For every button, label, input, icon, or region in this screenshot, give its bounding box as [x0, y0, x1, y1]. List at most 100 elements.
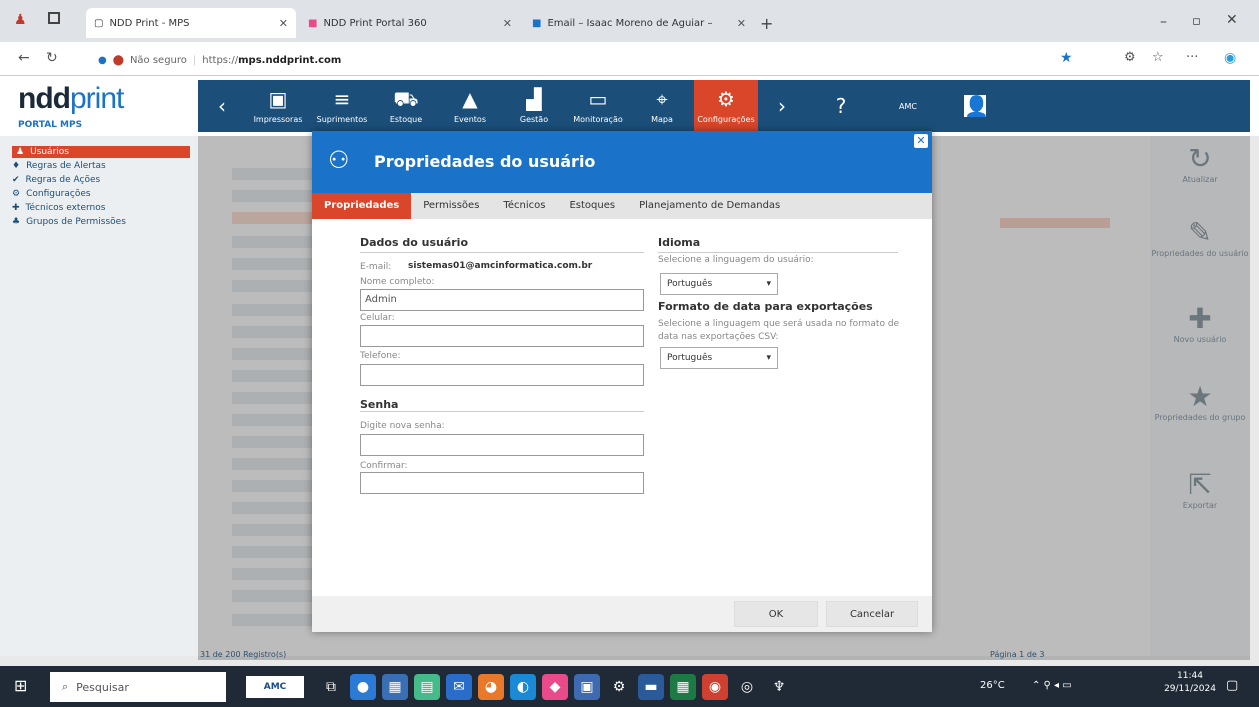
outlook-icon: ■ — [532, 17, 542, 29]
dialog-close-icon[interactable]: ✕ — [914, 134, 928, 148]
confirm-field[interactable] — [360, 472, 644, 494]
app-icon[interactable]: ◎ — [734, 674, 760, 700]
phone-field[interactable] — [360, 364, 644, 386]
copilot-icon[interactable]: ◉ — [1224, 50, 1236, 66]
sidebar-item-configuracoes[interactable]: ⚙ Configurações — [12, 188, 198, 200]
nav-mapa[interactable]: ⌖ Mapa — [630, 80, 694, 132]
page-icon: ▢ — [94, 17, 104, 29]
amc-app[interactable]: AMC — [246, 676, 304, 698]
clock-date[interactable]: 29/11/2024 — [1164, 684, 1216, 694]
back-icon[interactable]: ← — [18, 50, 30, 66]
nav-suprimentos[interactable]: ≡ Suprimentos — [310, 80, 374, 132]
tab-tecnicos[interactable]: Técnicos — [491, 193, 557, 219]
nav-next-icon[interactable]: › — [758, 80, 806, 132]
portal-label: PORTAL MPS — [18, 120, 83, 130]
user-avatar-icon[interactable]: 👤 — [940, 80, 1010, 132]
app-icon[interactable]: ▤ — [414, 674, 440, 700]
app-icon[interactable]: ♆ — [766, 674, 792, 700]
app-icon[interactable]: ◆ — [542, 674, 568, 700]
dateformat-select[interactable]: Português ▾ — [660, 347, 778, 369]
nav-impressoras[interactable]: ▣ Impressoras — [246, 80, 310, 132]
search-icon: ⌕ — [62, 680, 69, 693]
favorites-icon[interactable]: ☆ — [1152, 50, 1164, 65]
more-icon[interactable]: ··· — [1186, 50, 1198, 65]
minimize-icon[interactable]: – — [1160, 14, 1167, 30]
fullname-field[interactable]: Admin — [360, 289, 644, 311]
restore-icon[interactable]: ▫ — [1192, 14, 1201, 29]
nav-prev-icon[interactable]: ‹ — [198, 80, 246, 132]
app-icon[interactable]: ▬ — [638, 674, 664, 700]
sidebar-item-usuarios[interactable]: ♟ Usuários — [12, 146, 190, 158]
nav-eventos[interactable]: ▲ Eventos — [438, 80, 502, 132]
cell-label: Celular: — [360, 313, 395, 323]
tab-permissoes[interactable]: Permissões — [411, 193, 491, 219]
chevron-down-icon: ▾ — [766, 279, 771, 289]
cell-field[interactable] — [360, 325, 644, 347]
tab-propriedades[interactable]: Propriedades — [312, 193, 412, 219]
task-view-icon[interactable]: ⧉ — [318, 674, 344, 700]
check-icon: ✔ — [12, 175, 20, 185]
clock-time[interactable]: 11:44 — [1170, 671, 1210, 681]
tab-estoques[interactable]: Estoques — [557, 193, 627, 219]
close-window-icon[interactable]: ✕ — [1226, 12, 1238, 28]
phone-label: Telefone: — [360, 351, 401, 361]
user-data-heading: Dados do usuário — [360, 236, 469, 249]
chart-icon: ▟ — [526, 86, 542, 111]
language-hint: Selecione a linguagem do usuário: — [658, 255, 814, 265]
tab-planejamento[interactable]: Planejamento de Demandas — [627, 193, 792, 219]
fullname-label: Nome completo: — [360, 277, 435, 287]
taskbar-search[interactable]: ⌕ Pesquisar — [50, 672, 226, 702]
app-icon[interactable]: ▣ — [574, 674, 600, 700]
language-heading: Idioma — [658, 236, 701, 249]
help-icon[interactable]: ? — [806, 80, 876, 132]
sidebar-item-tecnicos[interactable]: ✚ Técnicos externos — [12, 202, 198, 214]
close-tab-icon[interactable]: ✕ — [279, 17, 288, 30]
chevron-down-icon: ▾ — [766, 353, 771, 363]
new-tab-icon[interactable]: + — [760, 14, 773, 33]
favorite-star-icon[interactable]: ★ — [1060, 50, 1073, 66]
tab-email[interactable]: ■ Email – Isaac Moreno de Aguiar – ✕ — [524, 8, 754, 38]
notifications-icon[interactable]: ▢ — [1226, 678, 1238, 693]
dateformat-heading: Formato de data para exportações — [658, 300, 873, 313]
close-tab-icon[interactable]: ✕ — [737, 17, 746, 30]
excel-icon[interactable]: ▦ — [670, 674, 696, 700]
mail-icon[interactable]: ✉ — [446, 674, 472, 700]
reload-icon[interactable]: ↻ — [46, 50, 58, 66]
firefox-icon[interactable]: ◕ — [478, 674, 504, 700]
extensions-icon[interactable]: ⚙ — [1124, 50, 1136, 65]
start-icon[interactable]: ⊞ — [14, 676, 27, 695]
app-icon[interactable]: ● — [350, 674, 376, 700]
user-name[interactable]: AMC — [876, 80, 940, 132]
edge-icon[interactable]: ◐ — [510, 674, 536, 700]
cancel-button[interactable]: Cancelar — [826, 601, 918, 627]
printer-icon: ▣ — [268, 86, 288, 111]
dialog-tabs: Propriedades Permissões Técnicos Estoque… — [312, 193, 932, 219]
close-tab-icon[interactable]: ✕ — [503, 17, 512, 30]
bell-icon: ♦ — [12, 161, 21, 171]
nav-configuracoes[interactable]: ⚙ Configurações — [694, 80, 758, 132]
chrome-icon[interactable]: ◉ — [702, 674, 728, 700]
settings-icon[interactable]: ⚙ — [606, 674, 632, 700]
insecure-icon: ⬤ — [112, 54, 124, 66]
tab-nddprint-portal[interactable]: ■ NDD Print Portal 360 ✕ — [300, 8, 520, 38]
nav-estoque[interactable]: ⛟ Estoque — [374, 80, 438, 132]
language-select[interactable]: Português ▾ — [660, 273, 778, 295]
tray-icons[interactable]: ⌃ ⚲ ◂ ▭ — [1032, 680, 1072, 691]
url-field[interactable]: ● ⬤ Não seguro | https://mps.nddprint.co… — [98, 48, 1048, 72]
nav-monitoracao[interactable]: ▭ Monitoração — [566, 80, 630, 132]
newpass-field[interactable] — [360, 434, 644, 456]
main-nav: ‹ ▣ Impressoras ≡ Suprimentos ⛟ Estoque ▲ Ev… — [198, 80, 1250, 132]
user-settings-icon: ⚇ — [328, 146, 350, 174]
app-icon[interactable]: ▦ — [382, 674, 408, 700]
nav-gestao[interactable]: ▟ Gestão — [502, 80, 566, 132]
sidebar-item-regras-acoes[interactable]: ✔ Regras de Ações — [12, 174, 198, 186]
password-heading: Senha — [360, 398, 399, 411]
profile-icon[interactable]: ♟ — [14, 12, 27, 28]
workspaces-icon[interactable] — [48, 12, 60, 24]
tab-nddprint-mps[interactable]: ▢ NDD Print - MPS ✕ — [86, 8, 296, 38]
weather-temp[interactable]: 26°C — [980, 680, 1005, 691]
sidebar-item-regras-alertas[interactable]: ♦ Regras de Alertas — [12, 160, 198, 172]
sidebar-item-grupos[interactable]: ♣ Grupos de Permissões — [12, 216, 198, 228]
user-icon: ♟ — [16, 147, 25, 157]
ok-button[interactable]: OK — [734, 601, 818, 627]
